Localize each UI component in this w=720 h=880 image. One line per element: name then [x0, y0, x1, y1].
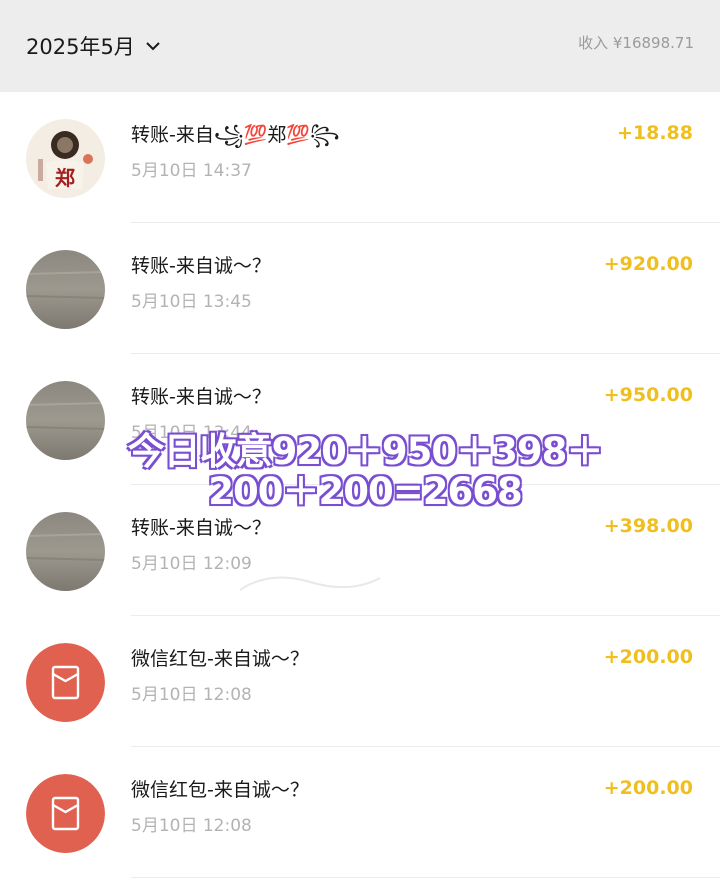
transaction-time: 5月10日 12:08 — [131, 816, 252, 836]
transaction-row[interactable]: 转账-来自诚～？ 5月10日 12:09 +398.00 — [0, 485, 720, 616]
transaction-amount: +200.00 — [603, 777, 693, 799]
transaction-row[interactable]: 转账-来自诚～？ 5月10日 13:44 +950.00 — [0, 354, 720, 485]
red-packet-icon — [26, 643, 105, 722]
transaction-title: 转账-来自꧁💯郑💯꧂ — [131, 124, 340, 146]
row-divider — [131, 877, 720, 878]
transaction-title: 转账-来自诚～？ — [131, 386, 271, 408]
photo-avatar: 郑 — [26, 119, 105, 198]
transaction-time: 5月10日 12:09 — [131, 554, 252, 574]
transaction-time: 5月10日 12:08 — [131, 685, 252, 705]
month-selector[interactable]: 2025年5月 — [26, 30, 161, 62]
transaction-row[interactable]: 郑 转账-来自꧁💯郑💯꧂ 5月10日 14:37 +18.88 — [0, 92, 720, 223]
transaction-title: 转账-来自诚～？ — [131, 255, 271, 277]
transaction-amount: +920.00 — [603, 253, 693, 275]
month-label: 2025年5月 — [26, 35, 135, 59]
transaction-title: 微信红包-来自诚～？ — [131, 648, 309, 670]
transaction-title: 微信红包-来自诚～？ — [131, 779, 309, 801]
gray-avatar — [26, 250, 105, 329]
transaction-amount: +398.00 — [603, 515, 693, 537]
svg-text:郑: 郑 — [55, 166, 75, 190]
transaction-row[interactable]: 转账-来自诚～？ 5月10日 13:45 +920.00 — [0, 223, 720, 354]
transaction-time: 5月10日 13:44 — [131, 423, 252, 443]
transaction-row[interactable]: 微信红包-来自诚～？ 5月10日 12:08 +200.00 — [0, 747, 720, 878]
header-bar: 2025年5月 收入 ¥16898.71 — [0, 0, 720, 92]
gray-avatar — [26, 512, 105, 591]
transaction-row[interactable]: 微信红包-来自诚～？ 5月10日 12:08 +200.00 — [0, 616, 720, 747]
transaction-amount: +950.00 — [603, 384, 693, 406]
transaction-amount: +200.00 — [603, 646, 693, 668]
income-total: 收入 ¥16898.71 — [578, 34, 694, 52]
transaction-amount: +18.88 — [616, 122, 693, 144]
transaction-time: 5月10日 14:37 — [131, 161, 252, 181]
transaction-time: 5月10日 13:45 — [131, 292, 252, 312]
red-packet-icon — [26, 774, 105, 853]
transaction-list: 郑 转账-来自꧁💯郑💯꧂ 5月10日 14:37 +18.88 转账-来自诚～？… — [0, 92, 720, 878]
transaction-title: 转账-来自诚～？ — [131, 517, 271, 539]
chevron-down-icon — [146, 42, 160, 51]
gray-avatar — [26, 381, 105, 460]
